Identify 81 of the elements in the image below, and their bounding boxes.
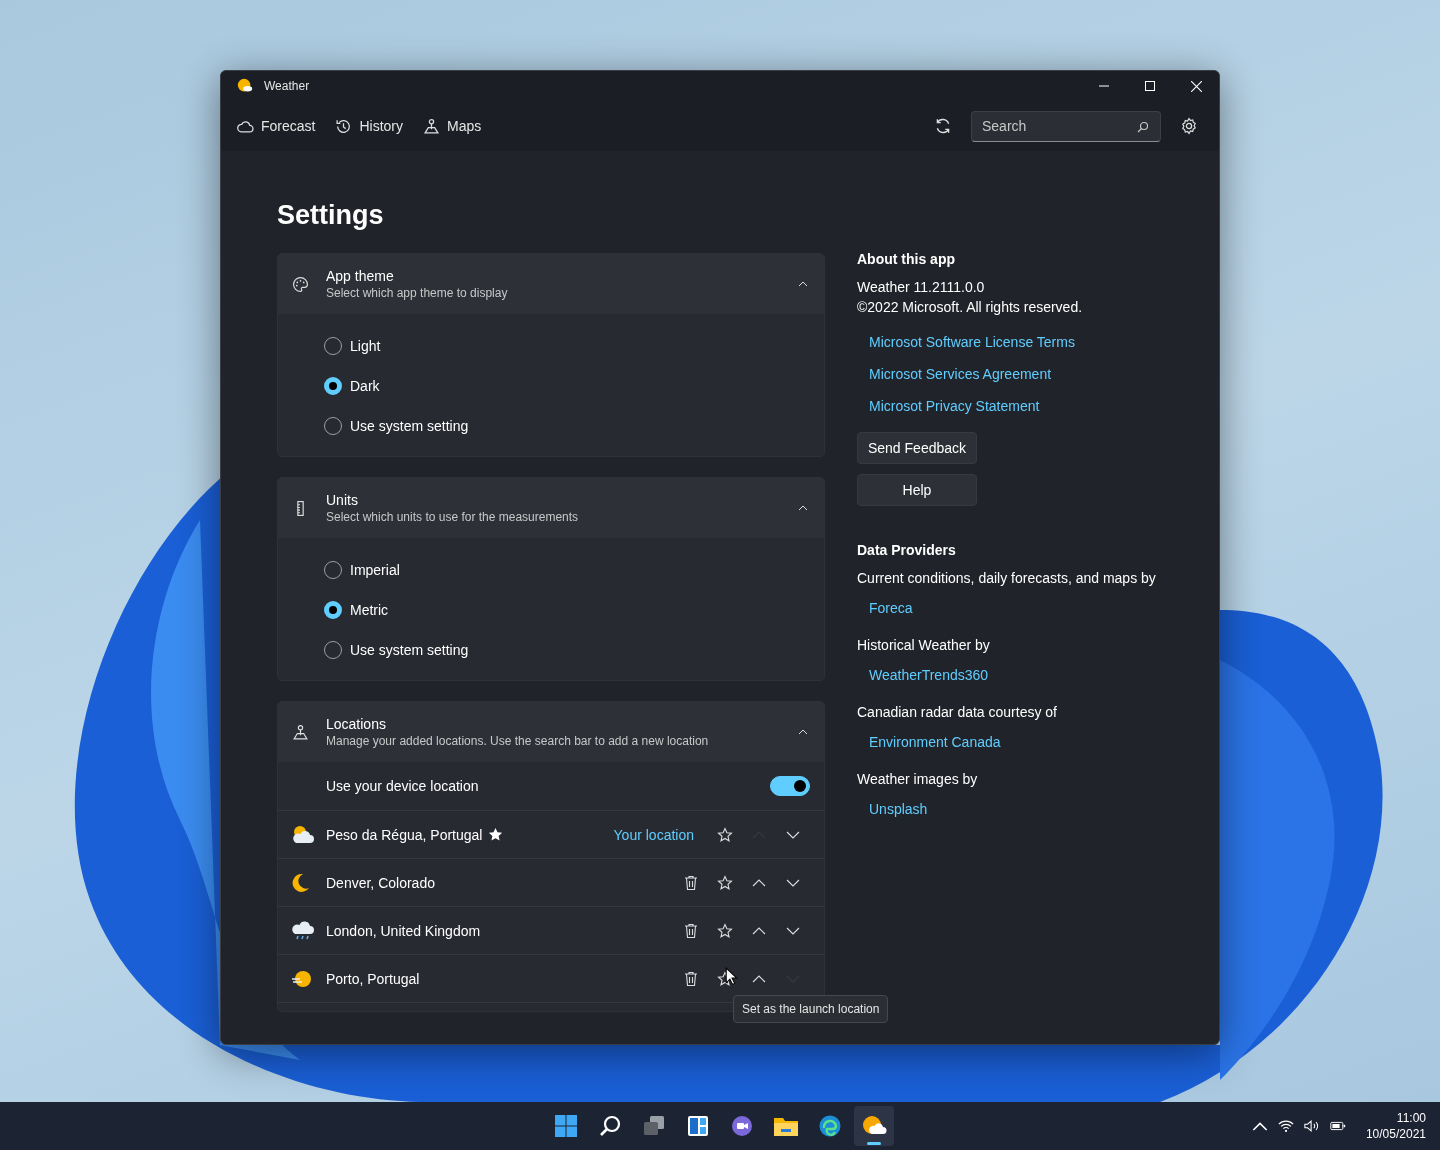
map-pin-icon [292,723,309,741]
mouse-pointer-icon [725,967,738,986]
search-field[interactable]: Search [971,110,1161,142]
card-subtitle: Manage your added locations. Use the search bar to add a new location [326,734,710,748]
provider-text: Canadian radar data courtesy of [857,703,1058,722]
radio-option[interactable]: Use system setting [324,630,824,670]
nav-tab[interactable]: Maps [415,111,490,141]
provider-text: Weather images by [857,770,979,789]
location-name: Denver, Colorado [326,874,435,891]
browser-icon [818,1114,842,1138]
wifi-icon[interactable] [1277,1119,1294,1133]
card-header[interactable]: Units Select which units to use for the measurements [278,478,824,538]
palette-icon [292,275,309,293]
device-location-label: Use your device location [326,778,479,794]
close-icon [1190,80,1202,92]
rain-cloud-icon [290,919,316,942]
sun-cloud-icon [290,824,316,845]
star-icon [717,970,733,987]
battery-icon[interactable] [1329,1119,1346,1133]
star-icon [717,922,733,939]
page-title: Settings [277,199,385,232]
trash-icon [684,922,698,939]
card-subtitle: Select which app theme to display [326,286,509,300]
radio-option[interactable]: Light [324,326,824,366]
moon-icon [290,872,310,893]
nav-tab[interactable]: Forecast [229,111,324,141]
video-chat-icon [730,1114,754,1138]
link[interactable]: Microsot Services Agreement [869,364,1052,384]
clock-time[interactable]: 11:00 [1396,1110,1426,1126]
widgets-icon [686,1114,710,1138]
location-name: Peso da Régua, Portugal [326,826,483,843]
link[interactable]: Microsot Software License Terms [869,332,1075,352]
section-heading: About this app [857,251,956,267]
maximize-icon [1145,81,1155,91]
app-version: Weather 11.2111.0.0 [857,278,986,297]
search-icon [598,1114,622,1138]
radio-option[interactable]: Use system setting [324,406,824,446]
map-pin-icon [423,117,441,135]
window-title: Weather [264,79,310,93]
taskbar-app-button[interactable] [854,1106,894,1146]
star-icon [717,874,733,891]
action-button[interactable]: Send Feedback [857,432,977,464]
star-icon [717,826,733,843]
card-subtitle: Select which units to use for the measurements [326,510,580,524]
provider-text: Current conditions, daily forecasts, and maps by [857,569,1157,588]
card-title: Locations [326,716,387,732]
search-icon [1137,120,1149,133]
hazy-sun-icon [290,968,314,989]
radio-button[interactable] [324,377,342,395]
radio-button[interactable] [324,601,342,619]
location-name: London, United Kingdom [326,922,481,939]
settings-icon [1180,117,1198,135]
task-view-icon [642,1114,666,1138]
provider-link[interactable]: Foreca [857,598,913,618]
provider-link[interactable]: WeatherTrends360 [857,665,989,685]
clock-date[interactable]: 10/05/2021 [1365,1126,1426,1142]
nav-tab[interactable]: History [327,111,412,141]
section-heading: Data Providers [857,542,957,558]
location-name: Porto, Portugal [326,970,420,987]
card-title: App theme [326,268,395,284]
trash-icon [684,970,698,987]
provider-link[interactable]: Environment Canada [857,732,1001,752]
trash-icon [684,874,698,891]
refresh-icon [934,117,952,135]
radio-option[interactable]: Dark [324,366,824,406]
card-title: Units [326,492,359,508]
card-header[interactable]: Locations Manage your added locations. Use the search bar to add a new location [278,702,824,762]
radio-option[interactable]: Metric [324,590,824,630]
radio-option[interactable]: Imperial [324,550,824,590]
clock-history-icon [335,117,353,135]
location-status-label: Your location [613,826,694,843]
card-header[interactable]: App theme Select which app theme to display [278,254,824,314]
link[interactable]: Microsot Privacy Statement [869,396,1040,416]
toggle-switch[interactable] [770,776,810,796]
tooltip: Set as the launch location [733,995,889,1023]
provider-text: Historical Weather by [857,636,991,655]
action-button[interactable]: Help [857,474,977,506]
copyright-text: ©2022 Microsoft. All rights reserved. [857,298,1084,317]
speaker-icon[interactable] [1303,1119,1320,1133]
windows-logo-icon [554,1114,578,1138]
provider-link[interactable]: Unsplash [857,799,928,819]
